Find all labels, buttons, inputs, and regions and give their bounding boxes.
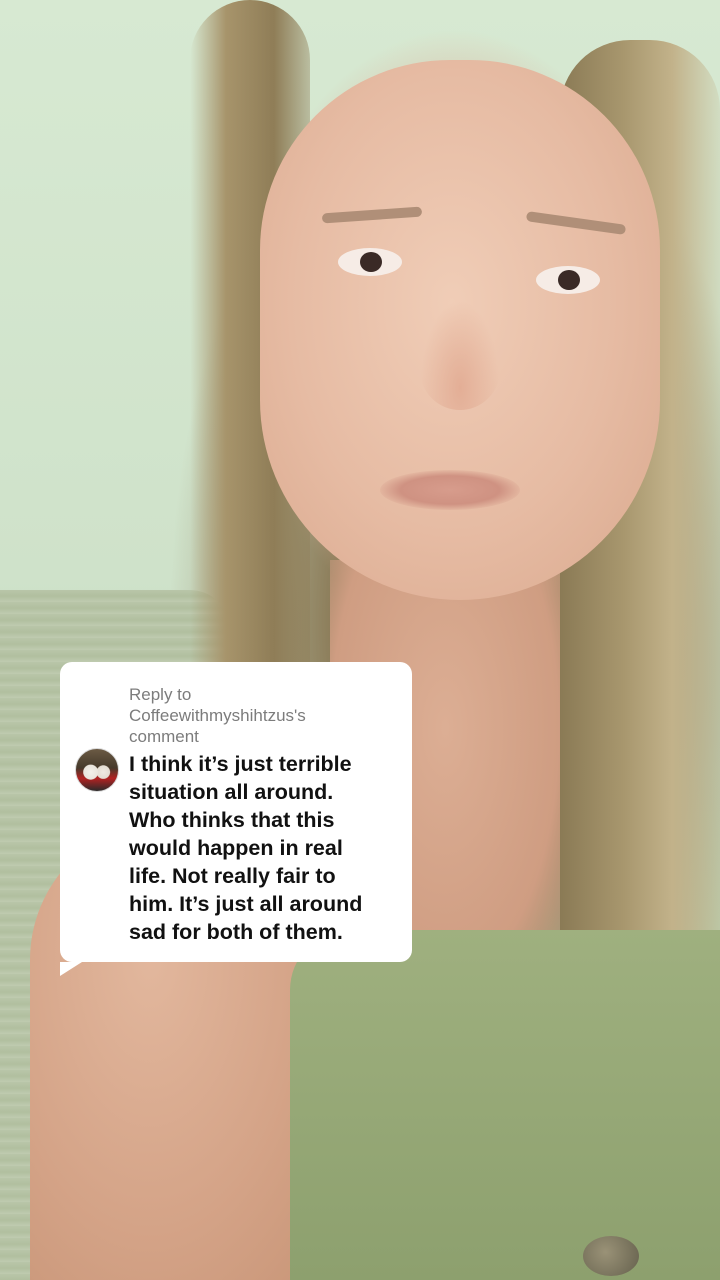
- comment-line: I think it’s just terrible: [129, 752, 352, 776]
- comment-line: Who thinks that this: [129, 808, 335, 832]
- shirt-button: [583, 1236, 639, 1276]
- reply-suffix: comment: [129, 727, 199, 746]
- right-eye: [536, 266, 600, 294]
- reply-header: Reply to Coffeewithmyshihtzus's comment: [129, 684, 399, 747]
- comment-text: I think it’s just terrible situation all…: [129, 750, 401, 946]
- comment-line: life. Not really fair to: [129, 864, 336, 888]
- green-top: [290, 930, 720, 1280]
- user-avatar-icon[interactable]: [75, 748, 119, 792]
- comment-line: him. It’s just all around: [129, 892, 363, 916]
- comment-line: would happen in real: [129, 836, 343, 860]
- video-frame[interactable]: [0, 0, 720, 1280]
- comment-line: sad for both of them.: [129, 920, 343, 944]
- comment-line: situation all around.: [129, 780, 334, 804]
- left-eye: [338, 248, 402, 276]
- reply-label: Reply to: [129, 685, 192, 704]
- nose: [420, 300, 500, 410]
- reply-comment-sticker[interactable]: Reply to Coffeewithmyshihtzus's comment …: [60, 662, 412, 976]
- reply-username: Coffeewithmyshihtzus's: [129, 706, 306, 725]
- mouth: [380, 470, 520, 510]
